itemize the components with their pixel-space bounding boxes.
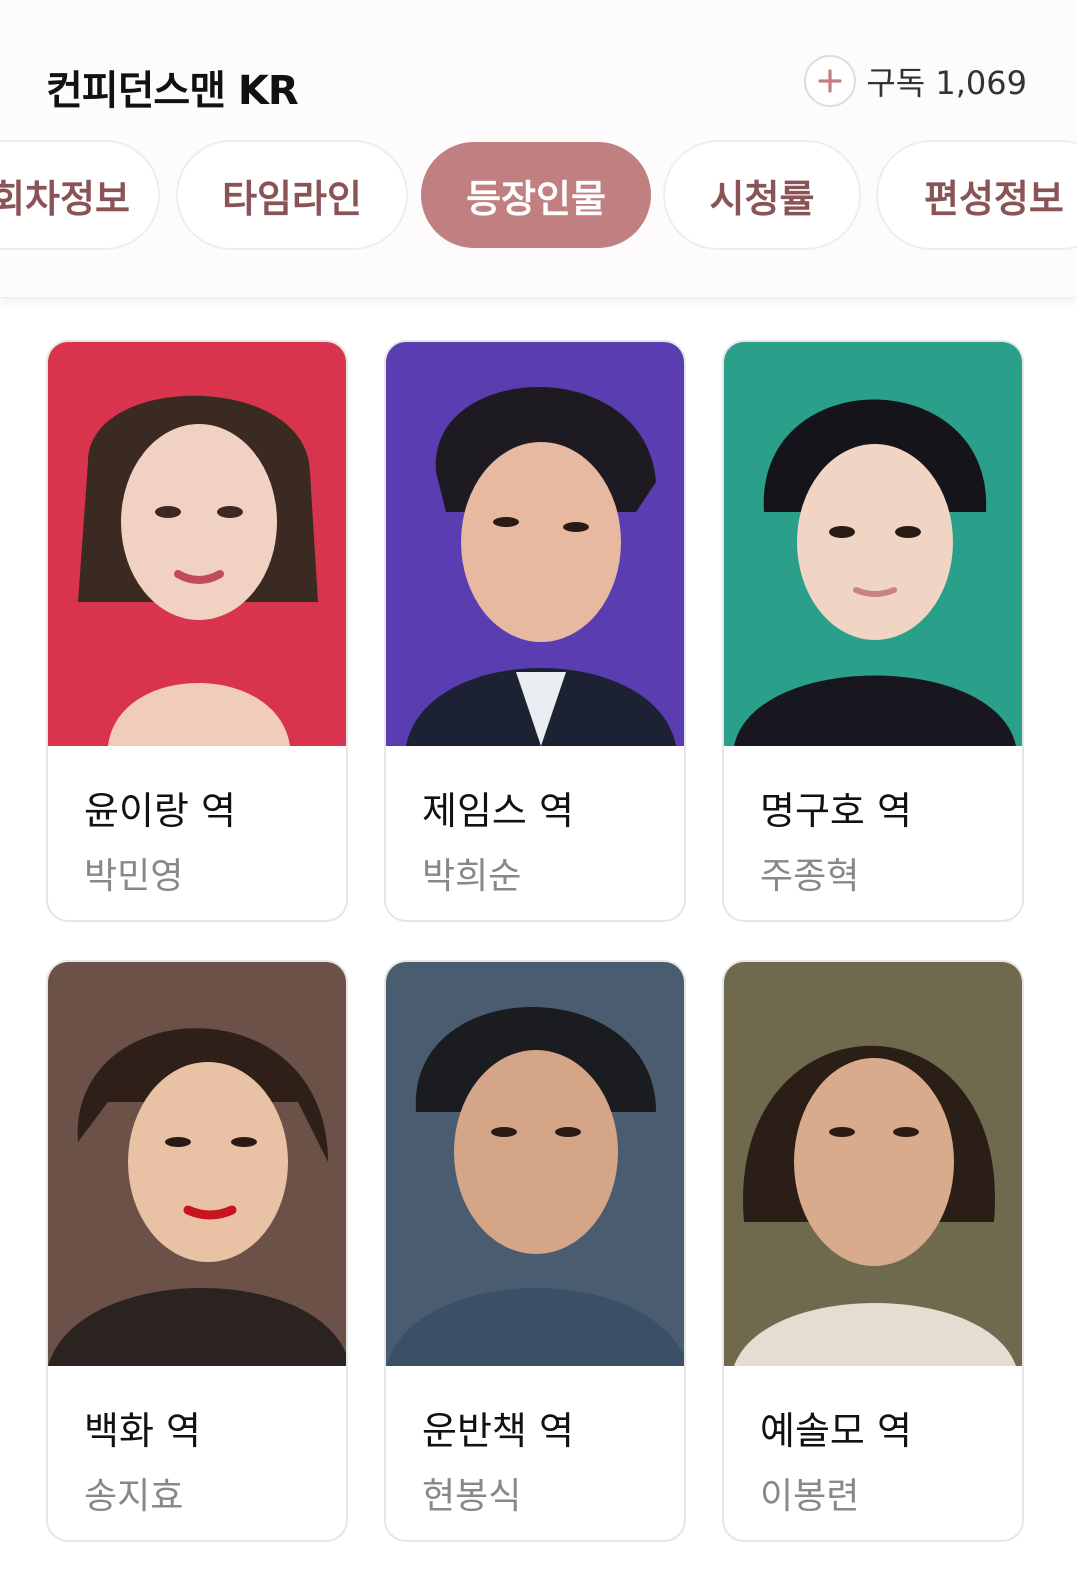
character-card[interactable]: 백화 역 송지효: [46, 960, 348, 1542]
character-photo: [48, 342, 346, 746]
character-photo: [48, 962, 346, 1366]
actor-name: 주종혁: [760, 856, 860, 897]
actor-name: 박민영: [84, 856, 184, 897]
character-photo: [386, 342, 684, 746]
tab-episode-info[interactable]: 회차정보: [0, 140, 160, 250]
tab-bar: 회차정보 타임라인 등장인물 시청률 편성정보: [0, 140, 1077, 252]
top-bar: 컨피던스맨 KR 구독 1,069 회차정보 타임라인 등장인물 시청률 편성정…: [0, 0, 1077, 298]
tab-timeline[interactable]: 타임라인: [176, 140, 408, 250]
subscribe-button[interactable]: 구독 1,069: [804, 55, 1027, 107]
program-title: 컨피던스맨 KR: [46, 68, 299, 114]
character-role: 명구호 역: [760, 789, 912, 833]
character-role: 운반책 역: [422, 1409, 574, 1453]
character-card[interactable]: 예솔모 역 이봉련: [722, 960, 1024, 1542]
character-role: 예솔모 역: [760, 1409, 912, 1453]
subscribe-label: 구독 1,069: [866, 64, 1027, 102]
actor-name: 박희순: [422, 856, 522, 897]
actor-name: 현봉식: [422, 1476, 522, 1517]
actor-name: 이봉련: [760, 1476, 860, 1517]
character-card[interactable]: 명구호 역 주종혁: [722, 340, 1024, 922]
character-role: 제임스 역: [422, 789, 574, 833]
character-photo: [724, 342, 1022, 746]
character-photo: [724, 962, 1022, 1366]
plus-icon: [804, 55, 857, 107]
character-card[interactable]: 운반책 역 현봉식: [384, 960, 686, 1542]
character-photo: [386, 962, 684, 1366]
tab-schedule[interactable]: 편성정보: [876, 140, 1077, 250]
character-role: 윤이랑 역: [84, 789, 236, 833]
character-card[interactable]: 윤이랑 역 박민영: [46, 340, 348, 922]
tab-ratings[interactable]: 시청률: [663, 140, 861, 250]
tab-characters[interactable]: 등장인물: [421, 142, 651, 248]
actor-name: 송지효: [84, 1476, 184, 1517]
character-card[interactable]: 제임스 역 박희순: [384, 340, 686, 922]
character-role: 백화 역: [84, 1409, 201, 1453]
